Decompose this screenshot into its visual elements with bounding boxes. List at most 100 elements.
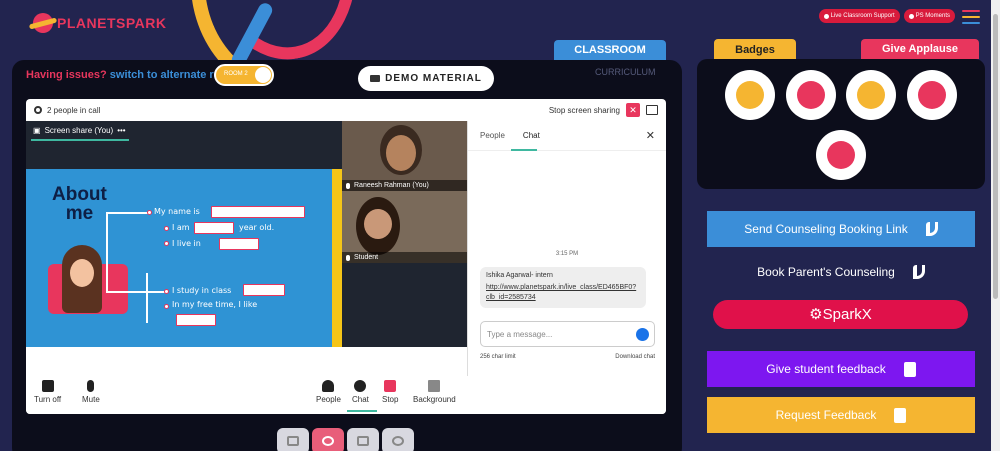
slide-dot	[164, 241, 169, 246]
slide-child-photo	[62, 245, 102, 313]
palette-button[interactable]	[382, 428, 414, 451]
mute-button[interactable]: Mute	[82, 380, 100, 404]
tab-curriculum[interactable]: CURRICULUM	[595, 67, 656, 77]
slide-title-line1: About	[52, 184, 107, 205]
send-counseling-link-button[interactable]: Send Counseling Booking Link	[707, 211, 975, 247]
badge-meditation[interactable]	[846, 70, 896, 120]
meeting-controls: Turn off Mute People Chat Stop Backgroun…	[26, 376, 666, 414]
tab-badges[interactable]: Badges	[714, 39, 796, 61]
chat-link[interactable]: http://www.planetspark.in/live_class/ED4…	[486, 283, 640, 303]
hamburger-menu-icon[interactable]	[962, 10, 980, 28]
chat-button[interactable]: Chat	[352, 380, 369, 404]
participant-name: Raneesh Rahman (You)	[354, 182, 429, 189]
slide-blank	[194, 222, 234, 234]
tab-people[interactable]: People	[480, 131, 505, 150]
palette-icon	[392, 436, 404, 446]
stop-share-button[interactable]: Stop	[382, 380, 398, 404]
folder-icon	[370, 75, 381, 82]
slide-line-freetime: In my free time, I like	[172, 300, 258, 309]
fullscreen-button[interactable]	[277, 428, 309, 451]
give-student-feedback-button[interactable]: Give student feedback	[707, 351, 975, 387]
slide-connector	[146, 273, 148, 323]
char-limit: 256 char limit	[480, 354, 516, 360]
badge-idea[interactable]	[907, 70, 957, 120]
background-icon	[428, 380, 441, 392]
screen-button[interactable]	[347, 428, 379, 451]
chat-tab-underline	[511, 149, 537, 151]
mic-icon	[346, 182, 350, 189]
slide-line-age-b: year old.	[239, 223, 275, 232]
send-icon[interactable]	[636, 328, 649, 341]
hamburger-line	[962, 16, 980, 18]
slide-title: About me	[52, 185, 107, 223]
tab-classroom[interactable]: CLASSROOM	[554, 40, 666, 60]
demo-material-label: DEMO MATERIAL	[385, 73, 482, 84]
chat-footer: 256 char limit Download chat	[480, 354, 655, 360]
video-tile-student[interactable]: Student	[342, 191, 467, 263]
sparkx-button[interactable]: ⚙SparkX	[713, 300, 968, 329]
fullscreen-icon	[287, 436, 299, 446]
trophy-icon	[736, 81, 764, 109]
picture-in-picture-icon[interactable]	[646, 105, 658, 115]
chat-input-placeholder: Type a message...	[487, 330, 553, 339]
screen-share-label: Screen share (You)	[44, 126, 114, 135]
slide-blank	[211, 206, 305, 218]
live-support-button[interactable]: Live Classroom Support	[818, 9, 900, 23]
people-button[interactable]: People	[316, 380, 341, 404]
screen-share-area: ▣ Screen share (You) ••• About me My nam…	[26, 121, 342, 347]
badge-smart[interactable]	[816, 130, 866, 180]
chat-label: Chat	[352, 395, 369, 404]
video-tile-teacher[interactable]: Raneesh Rahman (You)	[342, 121, 467, 191]
tab-give-applause[interactable]: Give Applause	[861, 39, 979, 59]
demo-material-button[interactable]: DEMO MATERIAL	[358, 66, 494, 91]
badge-team[interactable]	[786, 70, 836, 120]
stop-sharing-button[interactable]: ✕	[626, 103, 640, 117]
moments-icon	[908, 13, 914, 19]
page-scrollbar[interactable]	[991, 0, 1000, 451]
idea-icon	[918, 81, 946, 109]
slide-connector	[106, 212, 148, 214]
book-parent-counseling-button[interactable]: Book Parent's Counseling	[707, 255, 975, 289]
camera-button[interactable]: Turn off	[34, 380, 61, 404]
chat-message-input[interactable]: Type a message...	[480, 321, 655, 347]
end-class-button[interactable]	[312, 428, 344, 451]
video-empty-area	[342, 263, 467, 347]
hamburger-line	[962, 22, 980, 24]
screen-share-underline	[31, 139, 129, 141]
issues-notice: Having issues? switch to alternate room	[26, 69, 237, 81]
gear-icon[interactable]	[34, 106, 42, 114]
download-chat-link[interactable]: Download chat	[615, 354, 655, 360]
room-toggle[interactable]: ROOM 2	[214, 64, 274, 86]
more-options-icon[interactable]: •••	[117, 126, 125, 135]
ps-moments-button[interactable]: PS Moments	[903, 9, 955, 23]
planetspark-logo[interactable]: PLANETSPARK	[33, 13, 166, 33]
close-icon[interactable]: ✕	[646, 129, 655, 142]
camera-icon	[41, 380, 54, 392]
slide-dot	[164, 289, 169, 294]
tab-chat[interactable]: Chat	[523, 131, 540, 150]
team-icon	[797, 81, 825, 109]
scrollbar-thumb[interactable]	[993, 14, 998, 299]
live-support-label: Live Classroom Support	[830, 13, 895, 19]
book-counseling-label: Book Parent's Counseling	[757, 265, 895, 279]
badge-trophy[interactable]	[725, 70, 775, 120]
request-feedback-button[interactable]: Request Feedback	[707, 397, 975, 433]
slide-connector	[106, 291, 166, 293]
chat-timestamp: 3:15 PM	[555, 251, 579, 257]
slide-side-bar	[332, 169, 342, 347]
background-label: Background	[413, 395, 456, 404]
chat-sender: Ishika Agarwal- intern	[486, 272, 553, 279]
header-actions: Live Classroom Support PS Moments	[818, 9, 955, 23]
sparkx-label: SparkX	[822, 306, 872, 323]
screen-share-icon: ▣	[33, 126, 41, 135]
student-feedback-label: Give student feedback	[766, 362, 886, 376]
camera-label: Turn off	[34, 395, 62, 404]
background-button[interactable]: Background	[413, 380, 456, 404]
screen-share-tab[interactable]: ▣ Screen share (You) •••	[33, 126, 126, 135]
slide-blank	[219, 238, 259, 250]
document-icon	[894, 407, 907, 423]
stop-label: Stop	[382, 395, 399, 404]
mute-label: Mute	[82, 395, 100, 404]
planet-icon	[33, 13, 53, 33]
slide-blank	[176, 314, 216, 326]
